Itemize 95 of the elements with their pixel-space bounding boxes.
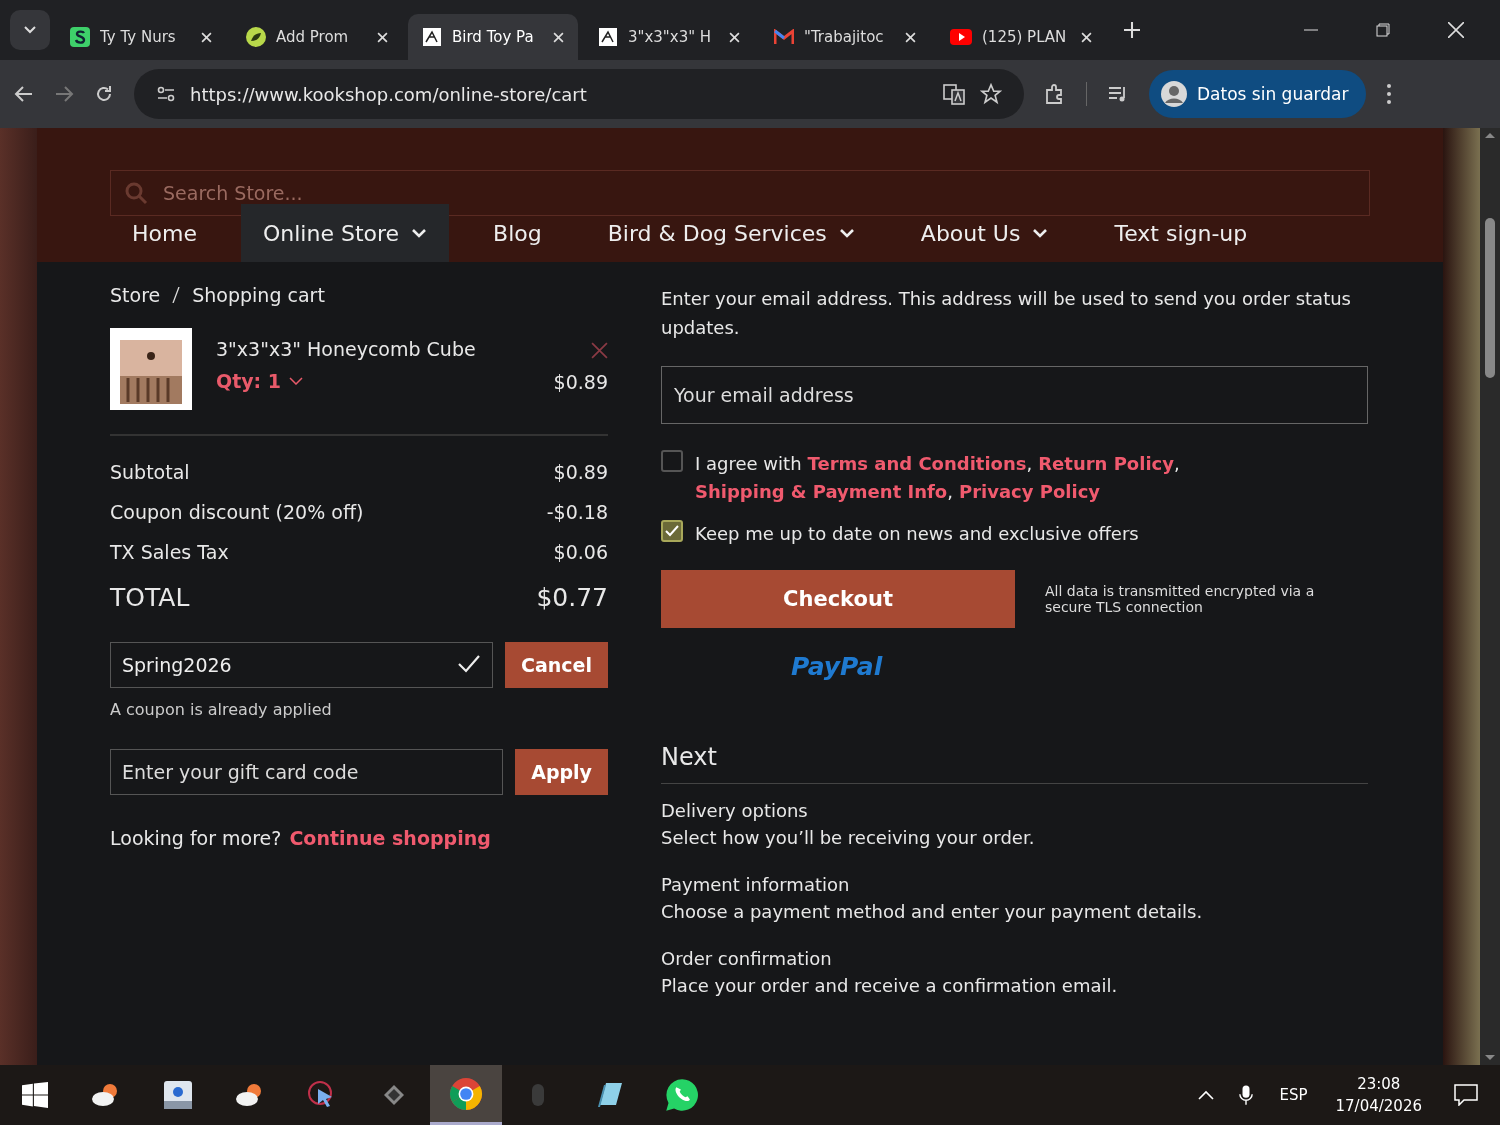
url-text: https://www.kookshop.com/online-store/cart (190, 83, 588, 105)
s-logo-icon (70, 27, 90, 47)
gift-card-field[interactable]: Enter your gift card code (110, 749, 504, 795)
close-icon[interactable] (377, 31, 388, 43)
chevron-down-icon (289, 377, 304, 385)
total-value: $0.06 (553, 541, 608, 563)
policy-link[interactable]: Terms and Conditions (807, 450, 1027, 478)
close-icon[interactable] (1081, 31, 1092, 43)
security-note: All data is transmitted encrypted via a secure TLS connection (1045, 583, 1316, 615)
play-icon (950, 29, 972, 45)
sketch-page-icon (422, 27, 442, 47)
avatar-icon (1161, 81, 1187, 107)
notifications-icon[interactable] (1454, 1084, 1478, 1106)
browser-tab[interactable]: Ty Ty Nurs (56, 14, 226, 60)
profile-button[interactable]: Datos sin guardar (1149, 70, 1367, 118)
policy-link[interactable]: Return Policy (1038, 450, 1174, 478)
policy-link[interactable]: Privacy Policy (958, 478, 1101, 506)
breadcrumb-link[interactable]: Store (110, 284, 161, 306)
agree-text: I agree with (695, 452, 802, 476)
total-value: -$0.18 (546, 501, 608, 523)
browser-tab[interactable]: Add Prom (232, 14, 402, 60)
chrome-icon (449, 1076, 483, 1111)
nav-item[interactable]: Online Store (240, 204, 450, 262)
clock-date[interactable]: 17/04/2026 (1335, 1097, 1422, 1115)
total-label: Coupon discount (20% off) (110, 501, 364, 523)
slash-icon (172, 287, 181, 303)
comma-text: , (947, 480, 953, 504)
menu-icon[interactable] (1386, 83, 1393, 105)
browser-tab[interactable]: (125) PLAN (936, 14, 1106, 60)
email-instructions: Enter your email address. This address will be used to send you order status updates. (661, 287, 1352, 340)
quantity-dropdown[interactable]: Qty: 1 (216, 370, 304, 392)
close-icon[interactable] (729, 31, 740, 43)
browser-tab[interactable]: "Trabajitoc (760, 14, 930, 60)
newsletter-label: Keep me up to date on news and exclusive offers (695, 522, 1139, 546)
address-bar[interactable]: https://www.kookshop.com/online-store/cart (134, 69, 1024, 119)
coupon-note: A coupon is already applied (110, 700, 333, 719)
translate-icon[interactable] (942, 82, 966, 106)
cancel-button[interactable]: Cancel (505, 642, 608, 688)
breadcrumb-text: Shopping cart (192, 284, 325, 306)
scroll-up-icon[interactable] (1485, 132, 1495, 138)
step-title: Delivery options (661, 800, 809, 821)
product-name[interactable]: 3"x3"x3" Honeycomb Cube (216, 338, 530, 360)
search-icon (124, 181, 148, 205)
checkout-button[interactable]: Checkout (661, 570, 1015, 628)
total-label: Subtotal (110, 461, 190, 483)
reload-icon[interactable] (94, 84, 114, 104)
forward-icon[interactable] (54, 84, 74, 104)
policy-link[interactable]: Shipping & Payment Info (695, 478, 948, 506)
close-icon[interactable] (1448, 22, 1464, 38)
step-title: Payment information (661, 874, 851, 895)
checkbox[interactable] (661, 520, 683, 542)
site-settings-icon[interactable] (156, 84, 176, 104)
close-icon[interactable] (553, 31, 564, 43)
leaf-icon (246, 27, 266, 47)
continue-shopping-link[interactable]: Continue shopping (289, 827, 491, 849)
coupon-field[interactable]: Spring2026 (110, 642, 494, 688)
restore-icon[interactable] (1376, 23, 1390, 37)
language-indicator[interactable]: ESP (1279, 1086, 1308, 1104)
apply-button[interactable]: Apply (515, 749, 608, 795)
email-field[interactable]: Your email address (661, 366, 1368, 424)
back-icon[interactable] (14, 84, 34, 104)
paypal-button[interactable]: PayPal (791, 652, 883, 681)
comma-text: , (1026, 452, 1033, 476)
step-description: Choose a payment method and enter your payment details. (661, 901, 1204, 922)
caret-up-icon[interactable] (1197, 1090, 1216, 1100)
checkbox[interactable] (661, 450, 683, 472)
mail-icon (774, 29, 794, 45)
close-icon[interactable] (905, 31, 916, 43)
scrollbar-thumb[interactable] (1485, 218, 1495, 378)
browser-tab[interactable]: 3"x3"x3" H (584, 14, 754, 60)
comma-text: , (1174, 452, 1180, 476)
step-title: Order confirmation (661, 948, 833, 969)
section-heading: Next (661, 743, 1368, 784)
total-value: $0.89 (553, 461, 608, 483)
clock-time[interactable]: 23:08 (1357, 1075, 1401, 1093)
star-icon[interactable] (980, 83, 1002, 105)
microphone-icon[interactable] (1239, 1084, 1254, 1106)
chat-bubble-icon (664, 1077, 700, 1113)
contact-card-icon (162, 1079, 194, 1111)
chevron-down-icon (23, 25, 37, 35)
windows-start-icon[interactable] (22, 1082, 48, 1108)
checkmark-icon (664, 524, 680, 538)
search-field[interactable]: Search Store... (110, 170, 1370, 216)
browser-tab[interactable]: Bird Toy Pa (408, 14, 578, 60)
step-description: Select how you’ll be receiving your order. (661, 827, 1036, 848)
new-tab-icon[interactable] (1124, 22, 1140, 38)
close-icon[interactable] (201, 31, 212, 43)
item-price: $0.89 (553, 371, 608, 393)
sketch-page-icon (598, 27, 618, 47)
continue-prompt: Looking for more? (110, 827, 282, 849)
scroll-down-icon[interactable] (1485, 1055, 1495, 1061)
total-value: $0.77 (536, 582, 608, 612)
total-label: TOTAL (110, 582, 190, 612)
step-description: Place your order and receive a confirmation email. (661, 975, 1119, 996)
total-label: TX Sales Tax (110, 541, 229, 563)
